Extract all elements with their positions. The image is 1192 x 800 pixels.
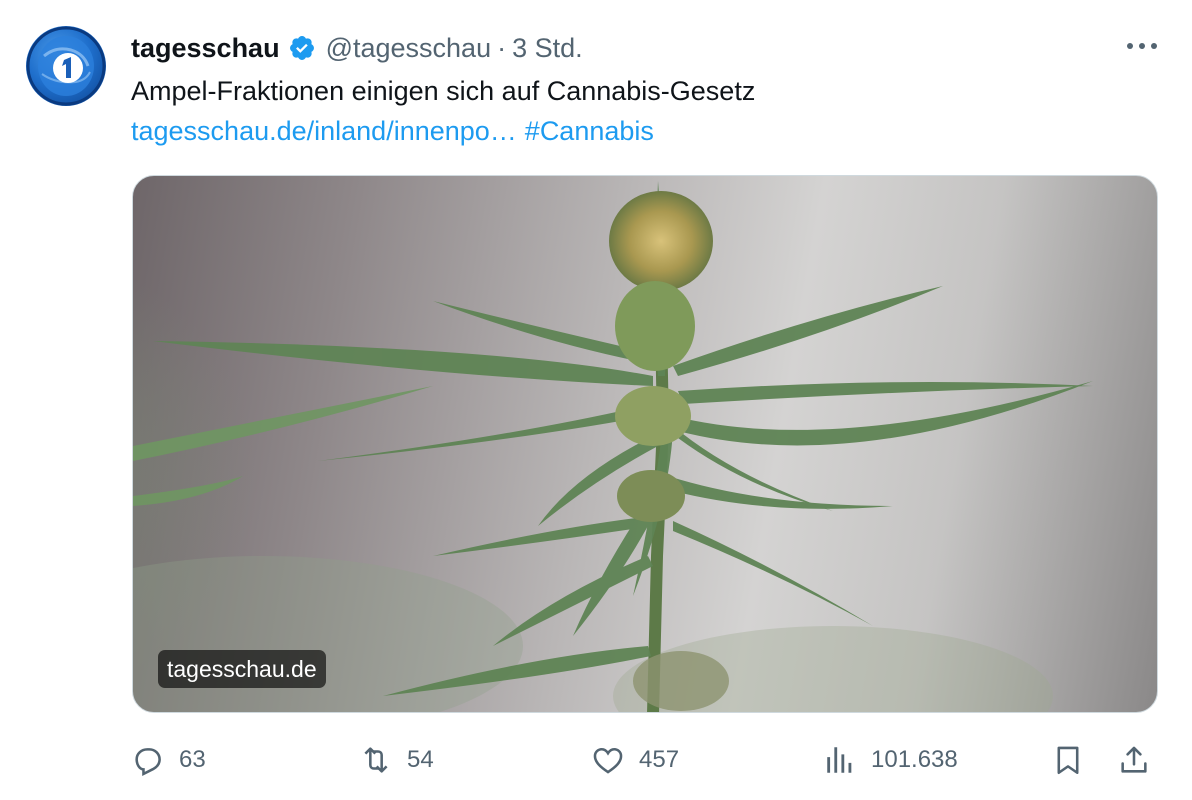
views-chart-icon	[827, 747, 852, 773]
author-handle[interactable]: @tagesschau	[326, 33, 492, 64]
tweet-header: tagesschau @tagesschau · 3 Std.	[131, 30, 583, 66]
tweet-links: tagesschau.de/inland/innenpo… #Cannabis	[131, 112, 654, 150]
heart-icon	[593, 747, 623, 774]
avatar[interactable]	[26, 26, 106, 106]
reply-icon	[135, 748, 161, 776]
tagesschau-logo-icon	[26, 26, 106, 106]
media-card[interactable]: tagesschau.de	[132, 175, 1158, 713]
bookmark-icon	[1057, 746, 1079, 775]
like-button[interactable]: 457	[591, 738, 679, 782]
hashtag-link[interactable]: #Cannabis	[525, 116, 654, 146]
tweet-actions: 63 54 457 101.638	[131, 738, 1161, 782]
retweet-icon	[364, 747, 388, 773]
share-icon	[1121, 746, 1147, 773]
more-icon	[1127, 43, 1157, 49]
share-button[interactable]	[1117, 738, 1151, 782]
reply-button[interactable]: 63	[131, 738, 206, 782]
reply-count: 63	[179, 746, 206, 773]
verified-badge-icon	[289, 36, 314, 60]
retweet-count: 54	[407, 746, 434, 773]
retweet-button[interactable]: 54	[359, 738, 434, 782]
domain-badge: tagesschau.de	[158, 650, 326, 688]
separator-dot: ·	[497, 32, 507, 63]
bookmark-button[interactable]	[1051, 738, 1085, 782]
tweet-time[interactable]: 3 Std.	[512, 33, 583, 64]
cannabis-plant-photo	[133, 181, 1093, 712]
like-count: 457	[639, 746, 680, 773]
tweet-text: Ampel-Fraktionen einigen sich auf Cannab…	[131, 76, 756, 106]
more-button[interactable]	[1124, 34, 1160, 58]
views-count: 101.638	[871, 746, 958, 773]
article-link[interactable]: tagesschau.de/inland/innenpo…	[131, 116, 517, 146]
author-name[interactable]: tagesschau	[131, 33, 280, 64]
views-button[interactable]: 101.638	[823, 738, 958, 782]
